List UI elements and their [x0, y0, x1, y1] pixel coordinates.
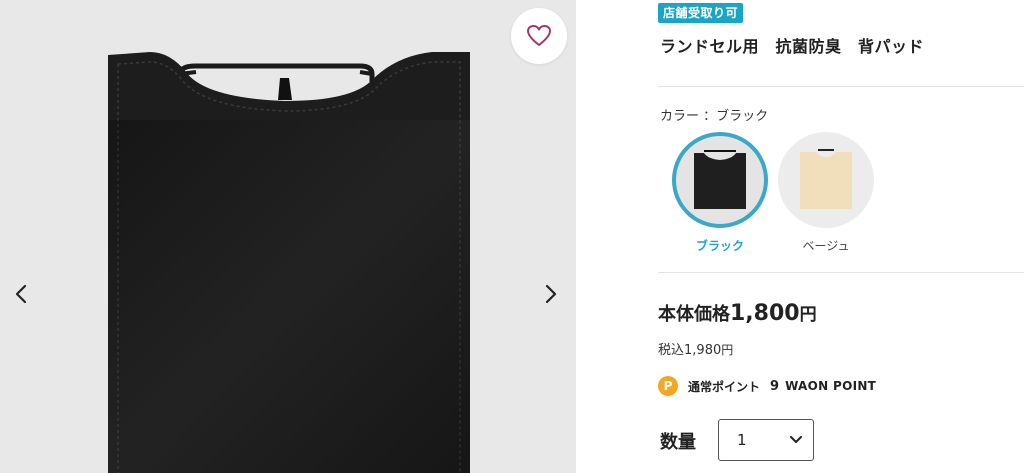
tax-included-price: 税込 1,980 円 — [658, 339, 733, 358]
swatch-label: ブラック — [695, 239, 744, 253]
chevron-left-icon — [15, 284, 27, 304]
black-pad-thumbnail — [694, 150, 746, 209]
quantity-select[interactable]: 1 — [718, 419, 814, 461]
quantity-label: 数量 — [660, 432, 696, 453]
points-info: P 通常ポイント 9 WAON POINT — [658, 376, 876, 396]
swatch-label: ベージュ — [802, 239, 850, 253]
beige-pad-thumbnail — [800, 149, 852, 209]
product-info-panel: 店舗受取り可 ランドセル用 抗菌防臭 背パッド カラー ：ブラック ブラック ベ… — [658, 0, 1024, 473]
price-label: 本体価格 — [658, 304, 730, 325]
points-value: 9 — [770, 378, 780, 394]
swatch-image — [672, 132, 768, 228]
product-photo — [0, 0, 576, 473]
points-unit: WAON POINT — [785, 379, 877, 393]
product-image-gallery — [0, 0, 576, 473]
color-swatch-beige[interactable]: ベージュ — [778, 132, 874, 254]
points-label: 通常ポイント — [688, 379, 761, 394]
divider — [658, 272, 1024, 273]
chevron-down-icon — [790, 436, 802, 443]
tax-value: 1,980 — [684, 343, 722, 358]
gallery-prev-button[interactable] — [6, 279, 36, 309]
favorite-button[interactable] — [511, 8, 567, 64]
store-pickup-badge: 店舗受取り可 — [658, 3, 744, 23]
product-title: ランドセル用 抗菌防臭 背パッド — [660, 37, 925, 56]
tax-label: 税込 — [658, 343, 685, 358]
price-currency: 円 — [799, 305, 817, 325]
swatch-image — [778, 132, 874, 228]
color-swatch-black[interactable]: ブラック — [672, 132, 768, 254]
divider — [658, 86, 1024, 87]
tax-currency: 円 — [721, 343, 734, 357]
quantity-value: 1 — [737, 431, 747, 449]
price-value: 1,800 — [730, 301, 800, 326]
point-icon: P — [658, 376, 678, 396]
price: 本体価格 1,800 円 — [658, 300, 817, 326]
heart-outline-icon — [527, 25, 551, 46]
gallery-next-button[interactable] — [536, 279, 566, 309]
color-label: カラー ：ブラック — [660, 109, 769, 124]
chevron-right-icon — [545, 284, 557, 304]
